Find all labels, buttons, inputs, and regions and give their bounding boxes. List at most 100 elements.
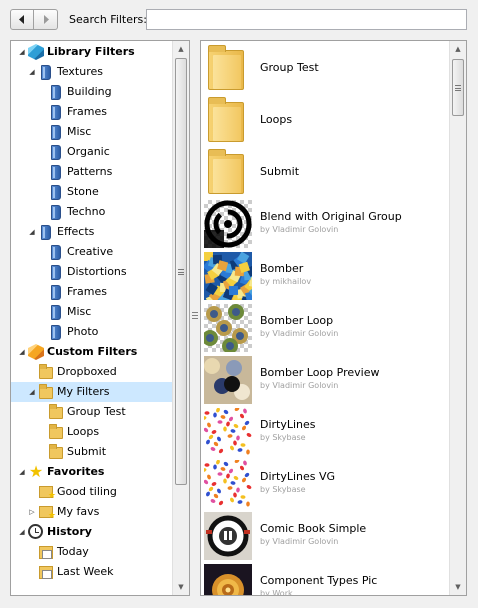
tree-item[interactable]: ▷ My favs <box>11 502 173 522</box>
list-scroll-thumb[interactable] <box>452 59 464 116</box>
filter-title: DirtyLines VG <box>260 470 336 483</box>
book-icon <box>41 225 51 240</box>
filter-list-item[interactable]: Group Test <box>201 42 450 94</box>
book-icon <box>51 245 61 260</box>
scroll-up-arrow-icon[interactable]: ▲ <box>450 41 466 57</box>
tree-item[interactable]: ◢ Custom Filters <box>11 342 173 362</box>
tree-item-label: Building <box>67 85 112 98</box>
tree-item[interactable]: ◢ Textures <box>11 62 173 82</box>
tree-item[interactable]: Last Week <box>11 562 173 582</box>
expand-icon[interactable]: ▷ <box>28 508 36 516</box>
filter-list-item[interactable]: DirtyLines by Skybase <box>201 406 450 458</box>
book-icon <box>51 265 61 280</box>
tree-item[interactable]: Misc <box>11 122 173 142</box>
filter-list-item[interactable]: Bomber Loop by Vladimir Golovin <box>201 302 450 354</box>
filter-title: Loops <box>260 113 293 126</box>
search-input[interactable] <box>146 9 467 30</box>
tree-item[interactable]: Loops <box>11 422 173 442</box>
list-scrollbar[interactable]: ▲ ▼ <box>449 41 466 595</box>
filter-list-item[interactable]: Comic Book Simple by Vladimir Golovin <box>201 510 450 562</box>
tree-scrollbar[interactable]: ▲ ▼ <box>172 41 189 595</box>
filter-author: by Vladimir Golovin <box>260 381 339 390</box>
tree-item[interactable]: ◢ My Filters <box>11 382 173 402</box>
collapse-icon[interactable]: ◢ <box>18 468 26 476</box>
tree-item-label: Creative <box>67 245 114 258</box>
filter-author: by Work <box>260 589 293 596</box>
tree-item-label: Organic <box>67 145 110 158</box>
tree-item[interactable]: ◢ Library Filters <box>11 42 173 62</box>
filter-title: Component Types Pic <box>260 574 378 587</box>
tree-item[interactable]: Distortions <box>11 262 173 282</box>
collapse-icon[interactable]: ◢ <box>18 348 26 356</box>
tree-item-label: Frames <box>67 105 108 118</box>
tree-item[interactable]: Good tiling <box>11 482 173 502</box>
filter-thumbnail <box>204 252 252 300</box>
book-icon <box>51 285 61 300</box>
favorites-folder-icon <box>39 486 56 501</box>
book-icon <box>51 165 61 180</box>
filter-list-item[interactable]: Bomber Loop Preview by Vladimir Golovin <box>201 354 450 406</box>
tree-item[interactable]: Submit <box>11 442 173 462</box>
collapse-icon[interactable]: ◢ <box>28 228 36 236</box>
collapse-icon[interactable]: ◢ <box>28 388 36 396</box>
folder-icon <box>208 97 244 142</box>
tree-item[interactable]: Patterns <box>11 162 173 182</box>
book-icon <box>51 145 61 160</box>
scroll-down-arrow-icon[interactable]: ▼ <box>173 579 189 595</box>
tree-item[interactable]: Photo <box>11 322 173 342</box>
pane-splitter[interactable] <box>192 312 198 322</box>
filter-title: Bomber <box>260 262 304 275</box>
filter-author: by Vladimir Golovin <box>260 537 339 546</box>
folder-icon <box>49 404 63 419</box>
book-icon <box>41 65 51 80</box>
tree-item-label: Patterns <box>67 165 113 178</box>
tree-item-label: My Filters <box>57 385 110 398</box>
folder-icon <box>39 364 53 379</box>
search-label: Search Filters: <box>69 13 147 26</box>
tree-item[interactable]: Building <box>11 82 173 102</box>
filter-list-item[interactable]: Blend with Original Group by Vladimir Gol… <box>201 198 450 250</box>
collapse-icon[interactable]: ◢ <box>18 48 26 56</box>
tree-item-label: My favs <box>57 505 100 518</box>
tree-item-label: Dropboxed <box>57 365 117 378</box>
tree-item[interactable]: ◢ Effects <box>11 222 173 242</box>
tree-item[interactable]: Dropboxed <box>11 362 173 382</box>
filter-author: by Vladimir Golovin <box>260 225 339 234</box>
toolbar: Search Filters: <box>0 0 478 40</box>
tree-item[interactable]: Techno <box>11 202 173 222</box>
tree-item[interactable]: Misc <box>11 302 173 322</box>
filter-list-item[interactable]: Bomber by mikhailov <box>201 250 450 302</box>
cube-icon <box>28 344 44 360</box>
tree-item[interactable]: Group Test <box>11 402 173 422</box>
filter-list-item[interactable]: DirtyLines VG by Skybase <box>201 458 450 510</box>
tree-scroll-thumb[interactable] <box>175 58 187 485</box>
tree-item-label: Group Test <box>67 405 126 418</box>
tree-item[interactable]: Organic <box>11 142 173 162</box>
filter-list-item[interactable]: Loops <box>201 94 450 146</box>
tree-item[interactable]: Creative <box>11 242 173 262</box>
forward-button[interactable] <box>34 9 58 30</box>
tree-item[interactable]: Frames <box>11 102 173 122</box>
filter-thumbnail <box>204 304 252 352</box>
filter-thumbnail <box>204 512 252 560</box>
back-button[interactable] <box>10 9 34 30</box>
folder-icon <box>208 149 244 194</box>
filter-thumbnail <box>204 148 252 196</box>
collapse-icon[interactable]: ◢ <box>18 528 26 536</box>
tree-item-label: Misc <box>67 305 92 318</box>
filter-list-item[interactable]: Submit <box>201 146 450 198</box>
scroll-down-arrow-icon[interactable]: ▼ <box>450 579 466 595</box>
tree-item[interactable]: Today <box>11 542 173 562</box>
filter-title: DirtyLines <box>260 418 316 431</box>
tree-item[interactable]: ◢ History <box>11 522 173 542</box>
book-icon <box>51 305 61 320</box>
filter-thumbnail <box>204 460 252 508</box>
scroll-up-arrow-icon[interactable]: ▲ <box>173 41 189 57</box>
filter-thumbnail <box>204 356 252 404</box>
tree-item[interactable]: ◢ ★ Favorites <box>11 462 173 482</box>
filter-list-item[interactable]: Component Types Pic by Work <box>201 562 450 596</box>
collapse-icon[interactable]: ◢ <box>28 68 36 76</box>
tree-item[interactable]: Stone <box>11 182 173 202</box>
tree-item[interactable]: Frames <box>11 282 173 302</box>
calendar-icon <box>39 566 53 579</box>
